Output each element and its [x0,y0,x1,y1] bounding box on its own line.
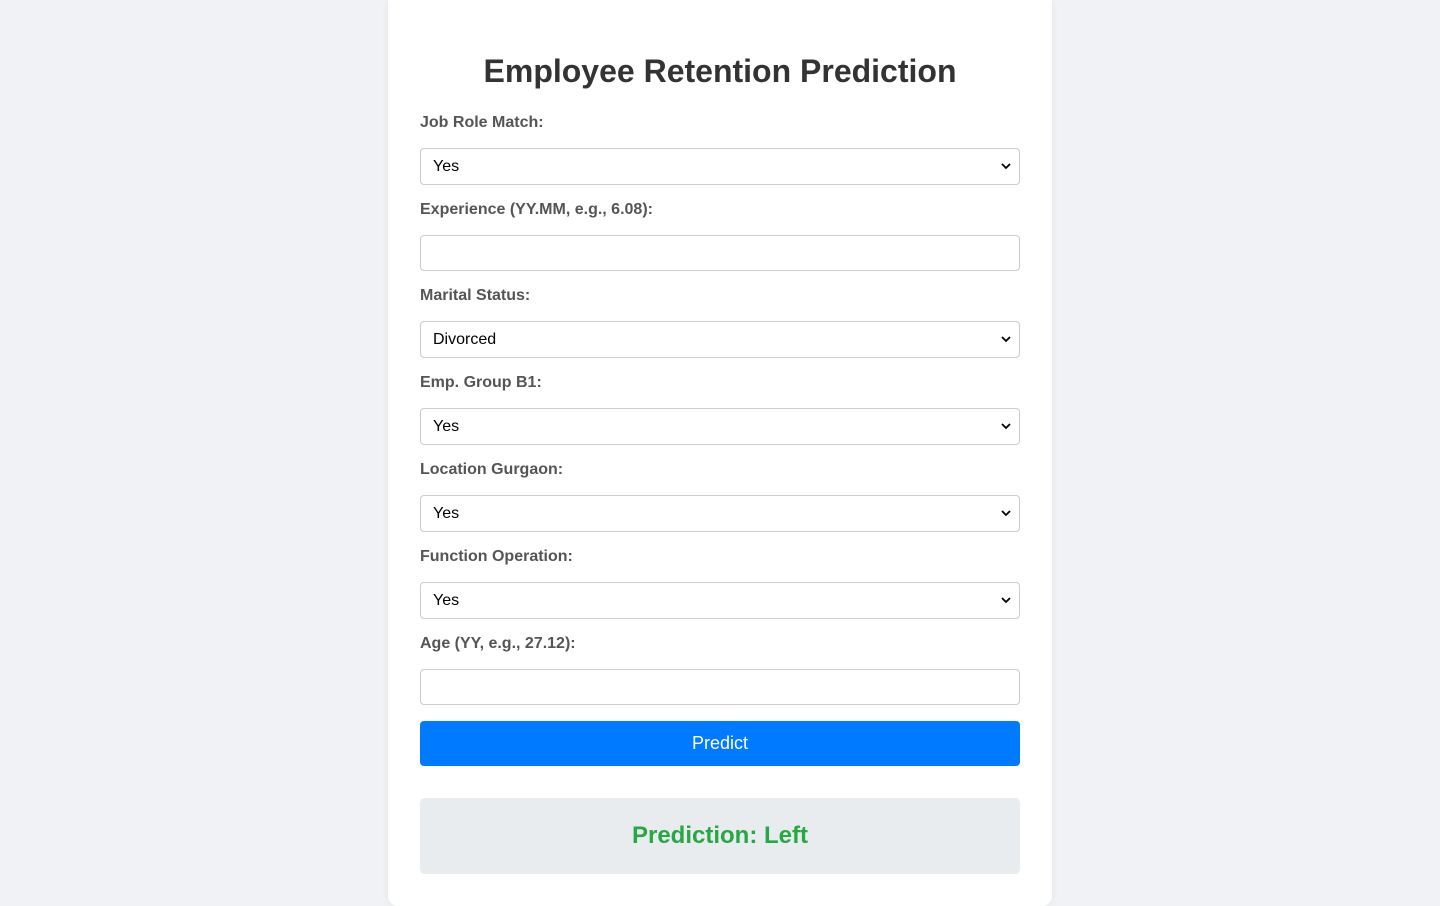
location-gurgaon-value: Yes [433,505,460,522]
experience-label: Experience (YY.MM, e.g., 6.08): [420,201,653,218]
marital-status-select[interactable]: Divorced [420,321,1020,358]
prediction-result-text: Prediction: Left [631,822,808,849]
emp-group-b1-label: Emp. Group B1: [420,374,542,391]
page-title: Employee Retention Prediction [483,53,957,89]
location-gurgaon-label: Location Gurgaon: [420,461,564,478]
chevron-down-icon [1001,422,1011,432]
marital-status-label: Marital Status: [420,287,531,304]
function-operation-select[interactable]: Yes [420,582,1020,619]
emp-group-b1-value: Yes [433,418,460,435]
form-card: Employee Retention Prediction Job Role M… [388,0,1052,906]
emp-group-b1-select[interactable]: Yes [420,408,1020,445]
chevron-down-icon [1001,162,1011,172]
chevron-down-icon [1001,509,1011,519]
location-gurgaon-select[interactable]: Yes [420,495,1020,532]
age-label: Age (YY, e.g., 27.12): [420,635,576,652]
age-input[interactable] [420,669,1020,705]
experience-input[interactable] [420,235,1020,271]
job-role-match-select[interactable]: Yes [420,148,1020,185]
prediction-result-box: Prediction: Left [420,798,1020,874]
chevron-down-icon [1001,596,1011,606]
function-operation-value: Yes [433,592,460,609]
predict-button[interactable]: Predict [420,721,1020,766]
chevron-down-icon [1001,335,1011,345]
job-role-match-label: Job Role Match: [420,114,544,131]
marital-status-value: Divorced [433,331,497,348]
job-role-match-value: Yes [433,158,460,175]
function-operation-label: Function Operation: [420,548,573,565]
